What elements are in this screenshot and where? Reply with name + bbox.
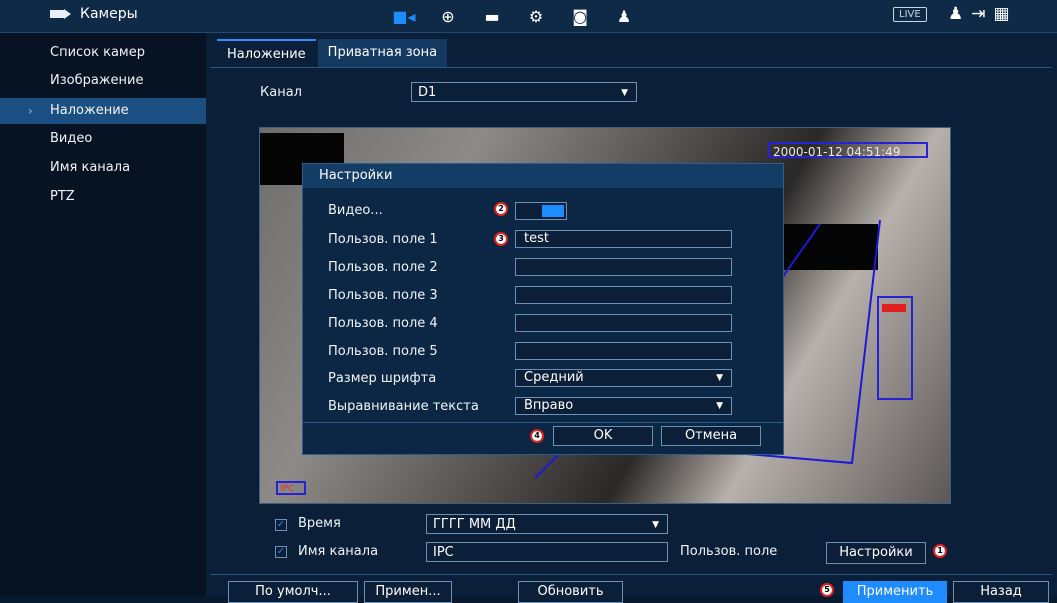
- step-badge-2: 2: [494, 202, 508, 216]
- sidebar-item-label: PTZ: [50, 189, 75, 204]
- chevron-down-icon: ▼: [716, 401, 723, 411]
- sidebar-item-ptz[interactable]: PTZ: [0, 184, 206, 210]
- custom-field-5-label: Пользов. поле 5: [328, 344, 438, 359]
- user-account-icon[interactable]: ♟: [602, 4, 646, 28]
- system-gear-icon[interactable]: ⚙: [514, 4, 558, 28]
- custom-field-3-input[interactable]: [515, 286, 732, 304]
- sidebar-item-label: Список камер: [50, 45, 145, 60]
- font-size-select[interactable]: Средний ▼: [515, 369, 732, 387]
- font-size-label: Размер шрифта: [328, 371, 437, 386]
- back-button[interactable]: Назад: [953, 581, 1049, 603]
- font-size-value: Средний: [524, 370, 584, 385]
- custom-field-4-label: Пользов. поле 4: [328, 316, 438, 331]
- qr-code-icon[interactable]: ▦: [994, 4, 1010, 24]
- storage-icon[interactable]: ▬: [470, 4, 514, 28]
- sidebar-item-channel-name[interactable]: Имя канала: [0, 155, 206, 181]
- refresh-button[interactable]: Обновить: [518, 581, 623, 603]
- time-checkbox[interactable]: ✓: [275, 519, 287, 531]
- settings-dialog: Настройки Видео... Пользов. поле 1 test …: [302, 163, 784, 455]
- chevron-right-icon: ›: [28, 104, 33, 118]
- top-bar: Камеры ■◂ ⊕ ▬ ⚙ ◙ ♟ LIVE ♟ ⇥ ▦: [0, 0, 1057, 33]
- sidebar-item-camera-list[interactable]: Список камер: [0, 40, 206, 66]
- step-badge-4: 4: [530, 429, 544, 443]
- tab-bar: Наложение Приватная зона: [217, 39, 449, 69]
- apply-button[interactable]: Применить: [843, 581, 947, 603]
- step-badge-1: 1: [933, 544, 947, 558]
- step-badge-5: 5: [820, 583, 834, 597]
- text-align-label: Выравнивание текста: [328, 399, 479, 414]
- channel-name-overlay[interactable]: IPC: [276, 481, 306, 495]
- chevron-down-icon: ▼: [652, 520, 659, 530]
- video-label: Видео...: [328, 203, 383, 218]
- sidebar-item-label: Видео: [50, 131, 93, 146]
- custom-field-4-input[interactable]: [515, 314, 732, 332]
- top-right-icons: ♟ ⇥ ▦: [948, 4, 1010, 24]
- dialog-divider: [303, 422, 783, 423]
- red-marker: [882, 304, 906, 312]
- settings-button[interactable]: Настройки: [826, 542, 926, 564]
- channel-name-input[interactable]: IPC: [426, 542, 668, 562]
- camera-icon: [50, 9, 72, 19]
- video-toggle[interactable]: [515, 202, 567, 220]
- chevron-down-icon: ▼: [716, 373, 723, 383]
- custom-text-overlay[interactable]: [877, 296, 913, 400]
- time-format-value: ГГГГ ММ ДД: [433, 517, 516, 532]
- footer-divider: [210, 574, 1052, 575]
- top-nav: ■◂ ⊕ ▬ ⚙ ◙ ♟: [382, 4, 646, 28]
- time-format-select[interactable]: ГГГГ ММ ДД ▼: [426, 514, 668, 534]
- cancel-button[interactable]: Отмена: [661, 426, 761, 446]
- custom-field-5-input[interactable]: [515, 342, 732, 360]
- channel-select[interactable]: D1 ▼: [411, 82, 637, 102]
- custom-field-1-input[interactable]: test: [515, 230, 732, 248]
- channel-name-checkbox[interactable]: ✓: [275, 546, 287, 558]
- step-badge-3: 3: [494, 232, 508, 246]
- tab-divider: [210, 67, 1052, 68]
- sidebar-item-image[interactable]: Изображение: [0, 68, 206, 94]
- time-label: Время: [298, 516, 341, 531]
- channel-name-label: Имя канала: [298, 544, 379, 559]
- camera-nav-icon[interactable]: ■◂: [382, 4, 426, 28]
- custom-field-label: Пользов. поле: [680, 544, 778, 559]
- logout-icon[interactable]: ⇥: [971, 4, 985, 24]
- sidebar-item-overlay[interactable]: › Наложение: [0, 98, 206, 124]
- dialog-title: Настройки: [303, 164, 783, 188]
- user-icon[interactable]: ♟: [948, 4, 963, 24]
- timestamp-overlay[interactable]: 2000-01-12 04:51:49: [768, 142, 928, 159]
- network-globe-icon[interactable]: ⊕: [426, 4, 470, 28]
- chevron-down-icon: ▼: [621, 88, 628, 98]
- channel-name-value: IPC: [433, 545, 454, 560]
- channel-label: Канал: [260, 85, 302, 100]
- app-title-label: Камеры: [80, 6, 138, 22]
- custom-field-2-input[interactable]: [515, 258, 732, 276]
- custom-field-3-label: Пользов. поле 3: [328, 288, 438, 303]
- text-align-select[interactable]: Вправо ▼: [515, 397, 732, 415]
- toggle-knob: [542, 205, 564, 217]
- sidebar-item-label: Наложение: [50, 103, 129, 118]
- apply-short-button[interactable]: Примен...: [364, 581, 452, 603]
- custom-field-2-label: Пользов. поле 2: [328, 260, 438, 275]
- security-shield-icon[interactable]: ◙: [558, 4, 602, 28]
- default-button[interactable]: По умолч...: [228, 581, 358, 603]
- sidebar-item-label: Изображение: [50, 73, 144, 88]
- tab-overlay[interactable]: Наложение: [217, 39, 316, 69]
- app-title: Камеры: [50, 6, 138, 22]
- custom-field-1-label: Пользов. поле 1: [328, 232, 438, 247]
- ok-button[interactable]: OK: [553, 426, 653, 446]
- tab-privacy-zone[interactable]: Приватная зона: [317, 39, 448, 67]
- sidebar-item-label: Имя канала: [50, 160, 131, 175]
- text-align-value: Вправо: [524, 398, 574, 413]
- sidebar-item-video[interactable]: Видео: [0, 126, 206, 152]
- live-button[interactable]: LIVE: [893, 7, 927, 22]
- channel-select-value: D1: [418, 85, 437, 100]
